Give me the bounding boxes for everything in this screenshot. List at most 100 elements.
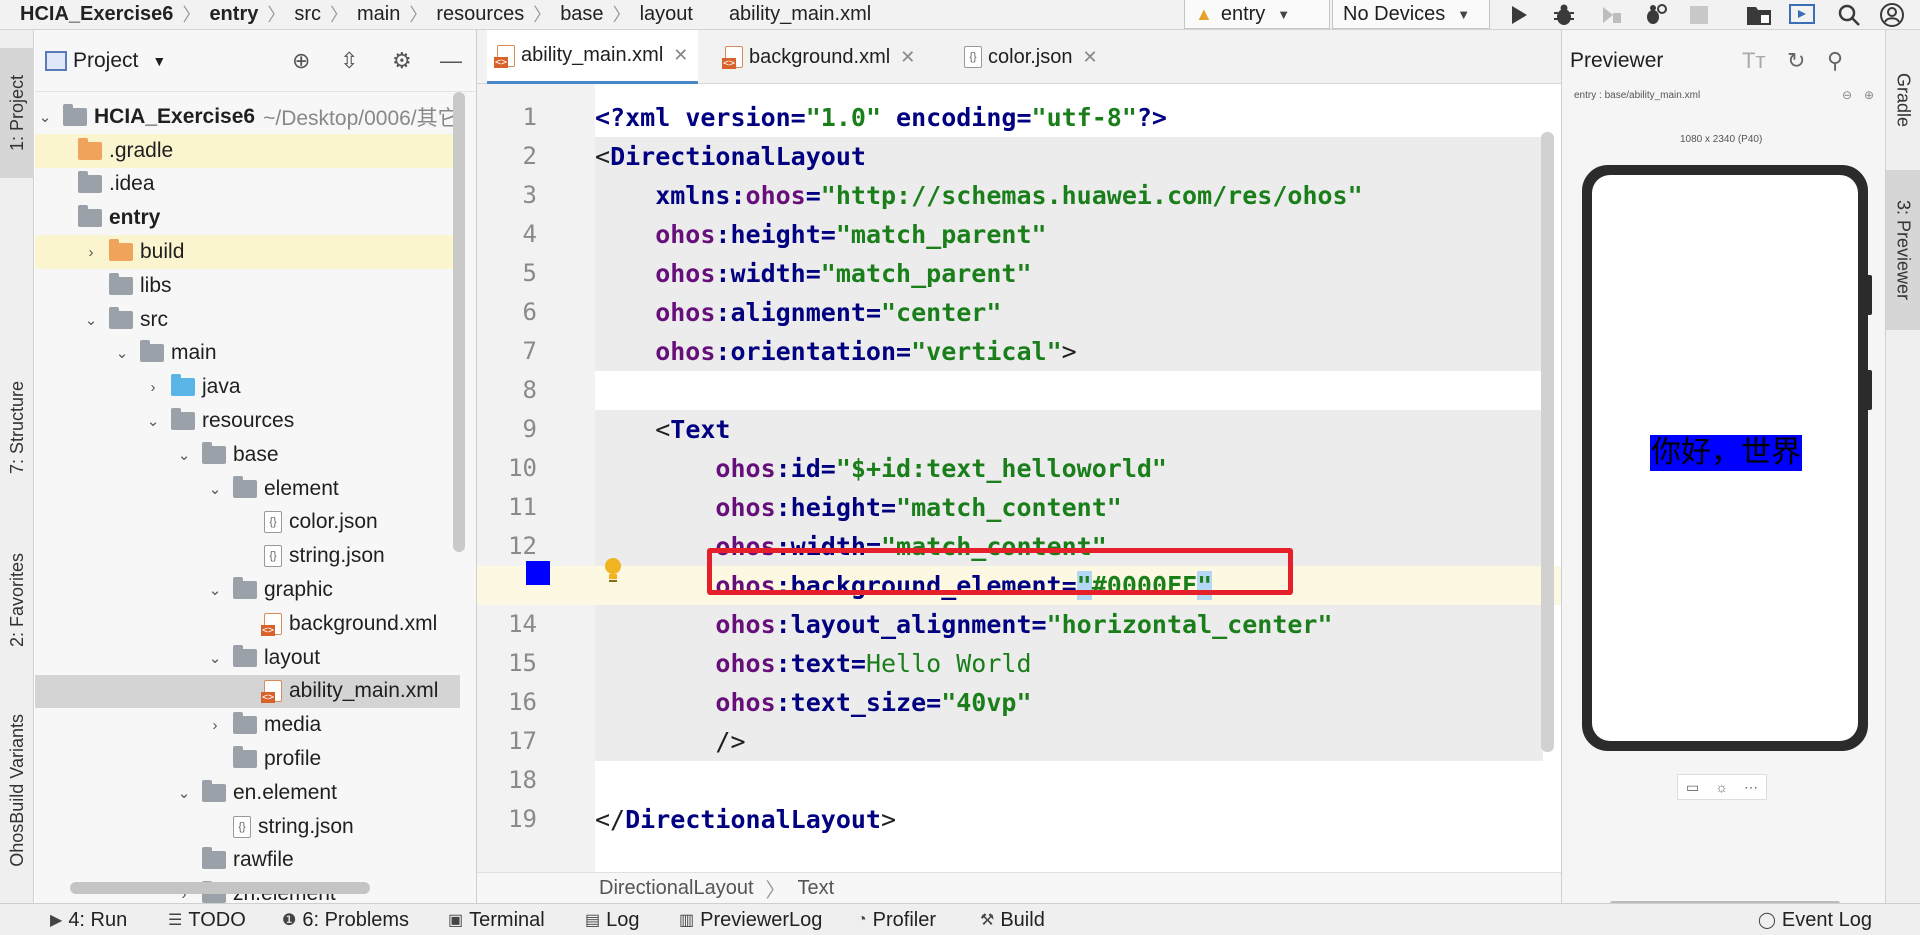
code-line[interactable]: ohos:height="match_content" <box>595 488 1121 527</box>
more-icon[interactable]: ⋯ <box>1744 779 1758 796</box>
pin-icon[interactable]: ⚲ <box>1827 48 1843 74</box>
breadcrumb-item-base[interactable]: base <box>560 3 603 26</box>
tree-item[interactable]: {} string.json <box>35 539 460 573</box>
tab-ability-main-xml[interactable]: ability_main.xml ✕ <box>487 30 699 84</box>
code-line[interactable]: xmlns:ohos="http://schemas.huawei.com/re… <box>595 176 1362 215</box>
tab-gradle[interactable]: Gradle <box>1886 45 1920 155</box>
code-line[interactable]: ohos:orientation="vertical"> <box>595 332 1076 371</box>
search-icon[interactable] <box>1835 2 1863 28</box>
run-configuration-dropdown[interactable]: ▲ entry ▼ <box>1184 0 1330 29</box>
tree-item[interactable]: rawfile <box>35 844 460 878</box>
locate-icon[interactable]: ⊕ <box>292 48 310 74</box>
preview-text[interactable]: 你好，世界 <box>1650 435 1802 471</box>
tree-item[interactable]: ⌄ layout <box>35 641 460 675</box>
attach-icon[interactable] <box>1597 2 1625 28</box>
editor-breadcrumb-item[interactable]: DirectionalLayout <box>599 877 754 900</box>
text-size-icon[interactable]: Tт <box>1742 48 1766 74</box>
chevron-down-icon[interactable]: ⌄ <box>205 649 225 667</box>
code-line[interactable]: <DirectionalLayout <box>595 137 866 176</box>
editor-vertical-scrollbar[interactable] <box>1541 132 1554 752</box>
tree-item[interactable]: ability_main.xml <box>35 674 460 709</box>
run-icon[interactable] <box>1505 2 1533 28</box>
multi-device-icon[interactable]: ▭ <box>1686 779 1699 796</box>
tree-item[interactable]: .gradle <box>35 133 460 168</box>
project-structure-icon[interactable] <box>1745 2 1773 28</box>
close-icon[interactable]: ✕ <box>673 45 688 66</box>
tree-item[interactable]: {} string.json <box>35 810 460 844</box>
collapse-all-icon[interactable]: ⇳ <box>340 48 358 74</box>
previewer-toggle-icon[interactable] <box>1788 2 1816 28</box>
debug-icon[interactable] <box>1550 2 1578 28</box>
code-line[interactable]: ohos:width="match_parent" <box>595 254 1031 293</box>
color-swatch-icon[interactable] <box>526 561 550 585</box>
editor-breadcrumb-item[interactable]: Text <box>798 877 835 900</box>
project-panel-title[interactable]: Project <box>73 49 138 73</box>
tab-project[interactable]: 1: Project <box>0 48 34 178</box>
breadcrumb-item-project[interactable]: HCIA_Exercise6 <box>20 3 173 26</box>
tree-root[interactable]: ⌄ HCIA_Exercise6 ~/Desktop/0006/其它 <box>35 100 460 134</box>
tree-item[interactable]: background.xml <box>35 607 460 641</box>
bottom-tab-build[interactable]: ⚒ Build <box>980 904 1045 935</box>
tree-item[interactable]: {} color.json <box>35 506 460 540</box>
tab-background-xml[interactable]: background.xml ✕ <box>715 30 925 84</box>
tree-item[interactable]: › build <box>35 235 460 269</box>
chevron-down-icon[interactable]: ⌄ <box>205 581 225 599</box>
tree-item[interactable]: ⌄ element <box>35 472 460 506</box>
zoom-out-icon[interactable]: ⊖ <box>1842 88 1852 102</box>
bottom-tab-log[interactable]: ▤ Log <box>585 904 640 935</box>
code-line[interactable]: ohos:text_size="40vp" <box>595 683 1031 722</box>
tree-item[interactable]: › media <box>35 708 460 742</box>
tab-previewer[interactable]: 3: Previewer <box>1886 170 1920 330</box>
tab-favorites[interactable]: 2: Favorites <box>0 505 34 695</box>
event-log-button[interactable]: ◯ Event Log <box>1758 904 1872 935</box>
code-line[interactable]: <?xml version="1.0" encoding="utf-8"?> <box>595 98 1167 137</box>
breadcrumb-item-file[interactable]: ability_main.xml <box>729 3 871 26</box>
project-horizontal-scrollbar[interactable] <box>70 882 370 894</box>
tab-structure[interactable]: 7: Structure <box>0 345 34 510</box>
device-dropdown[interactable]: No Devices ▼ <box>1332 0 1490 29</box>
stop-icon[interactable] <box>1685 2 1713 28</box>
chevron-right-icon[interactable]: › <box>205 717 225 734</box>
chevron-down-icon[interactable]: ⌄ <box>143 412 163 430</box>
breadcrumb-item-main[interactable]: main <box>357 3 400 26</box>
breadcrumb-item-entry[interactable]: entry <box>209 3 258 26</box>
account-icon[interactable] <box>1878 2 1906 28</box>
phone-screen[interactable]: 你好，世界 <box>1592 175 1858 741</box>
code-line[interactable]: ohos:id="$+id:text_helloworld" <box>595 449 1167 488</box>
bottom-tab-problems[interactable]: ❶ 6: Problems <box>282 904 409 935</box>
chevron-down-icon[interactable]: ⌄ <box>112 344 132 362</box>
code-line[interactable]: ohos:height="match_parent" <box>595 215 1046 254</box>
chevron-down-icon[interactable]: ⌄ <box>174 446 194 464</box>
gear-icon[interactable]: ⚙ <box>392 48 412 74</box>
breadcrumb-item-layout[interactable]: layout <box>640 3 693 26</box>
tree-item[interactable]: ⌄ src <box>35 303 460 337</box>
chevron-right-icon[interactable]: › <box>81 244 101 261</box>
project-vertical-scrollbar[interactable] <box>453 92 465 552</box>
chevron-down-icon[interactable]: ⌄ <box>81 311 101 329</box>
bottom-tab-profiler[interactable]: ◔ Profiler <box>857 904 936 935</box>
code-line[interactable]: ohos:text=Hello World <box>595 644 1031 683</box>
code-line[interactable]: <Text <box>595 410 730 449</box>
chevron-down-icon[interactable]: ⌄ <box>174 784 194 802</box>
tree-item[interactable]: ⌄ base <box>35 438 460 472</box>
chevron-right-icon[interactable]: › <box>143 379 163 396</box>
chevron-down-icon[interactable]: ▼ <box>152 53 166 69</box>
bottom-tab-previewerlog[interactable]: ▥ PreviewerLog <box>679 904 822 935</box>
tree-item[interactable]: .idea <box>35 168 460 202</box>
bottom-tab-todo[interactable]: ☰ TODO <box>168 904 246 935</box>
tree-item[interactable]: ⌄ en.element <box>35 776 460 810</box>
close-icon[interactable]: ✕ <box>1083 47 1098 68</box>
zoom-in-icon[interactable]: ⊕ <box>1864 88 1874 102</box>
tree-item[interactable]: ⌄ resources <box>35 404 460 438</box>
tree-item[interactable]: entry <box>35 201 460 235</box>
tree-item[interactable]: profile <box>35 742 460 776</box>
chevron-down-icon[interactable]: ⌄ <box>35 108 55 126</box>
code-line[interactable]: </DirectionalLayout> <box>595 800 896 839</box>
bottom-tab-run[interactable]: ▶ 4: Run <box>50 904 127 935</box>
tab-build-variants[interactable]: OhosBuild Variants <box>0 690 34 890</box>
refresh-icon[interactable]: ↻ <box>1787 48 1805 74</box>
profile-icon[interactable] <box>1641 2 1669 28</box>
lightbulb-icon[interactable] <box>602 556 624 584</box>
breadcrumb-item-src[interactable]: src <box>294 3 321 26</box>
code-area[interactable]: <?xml version="1.0" encoding="utf-8"?> <D… <box>477 84 1561 902</box>
